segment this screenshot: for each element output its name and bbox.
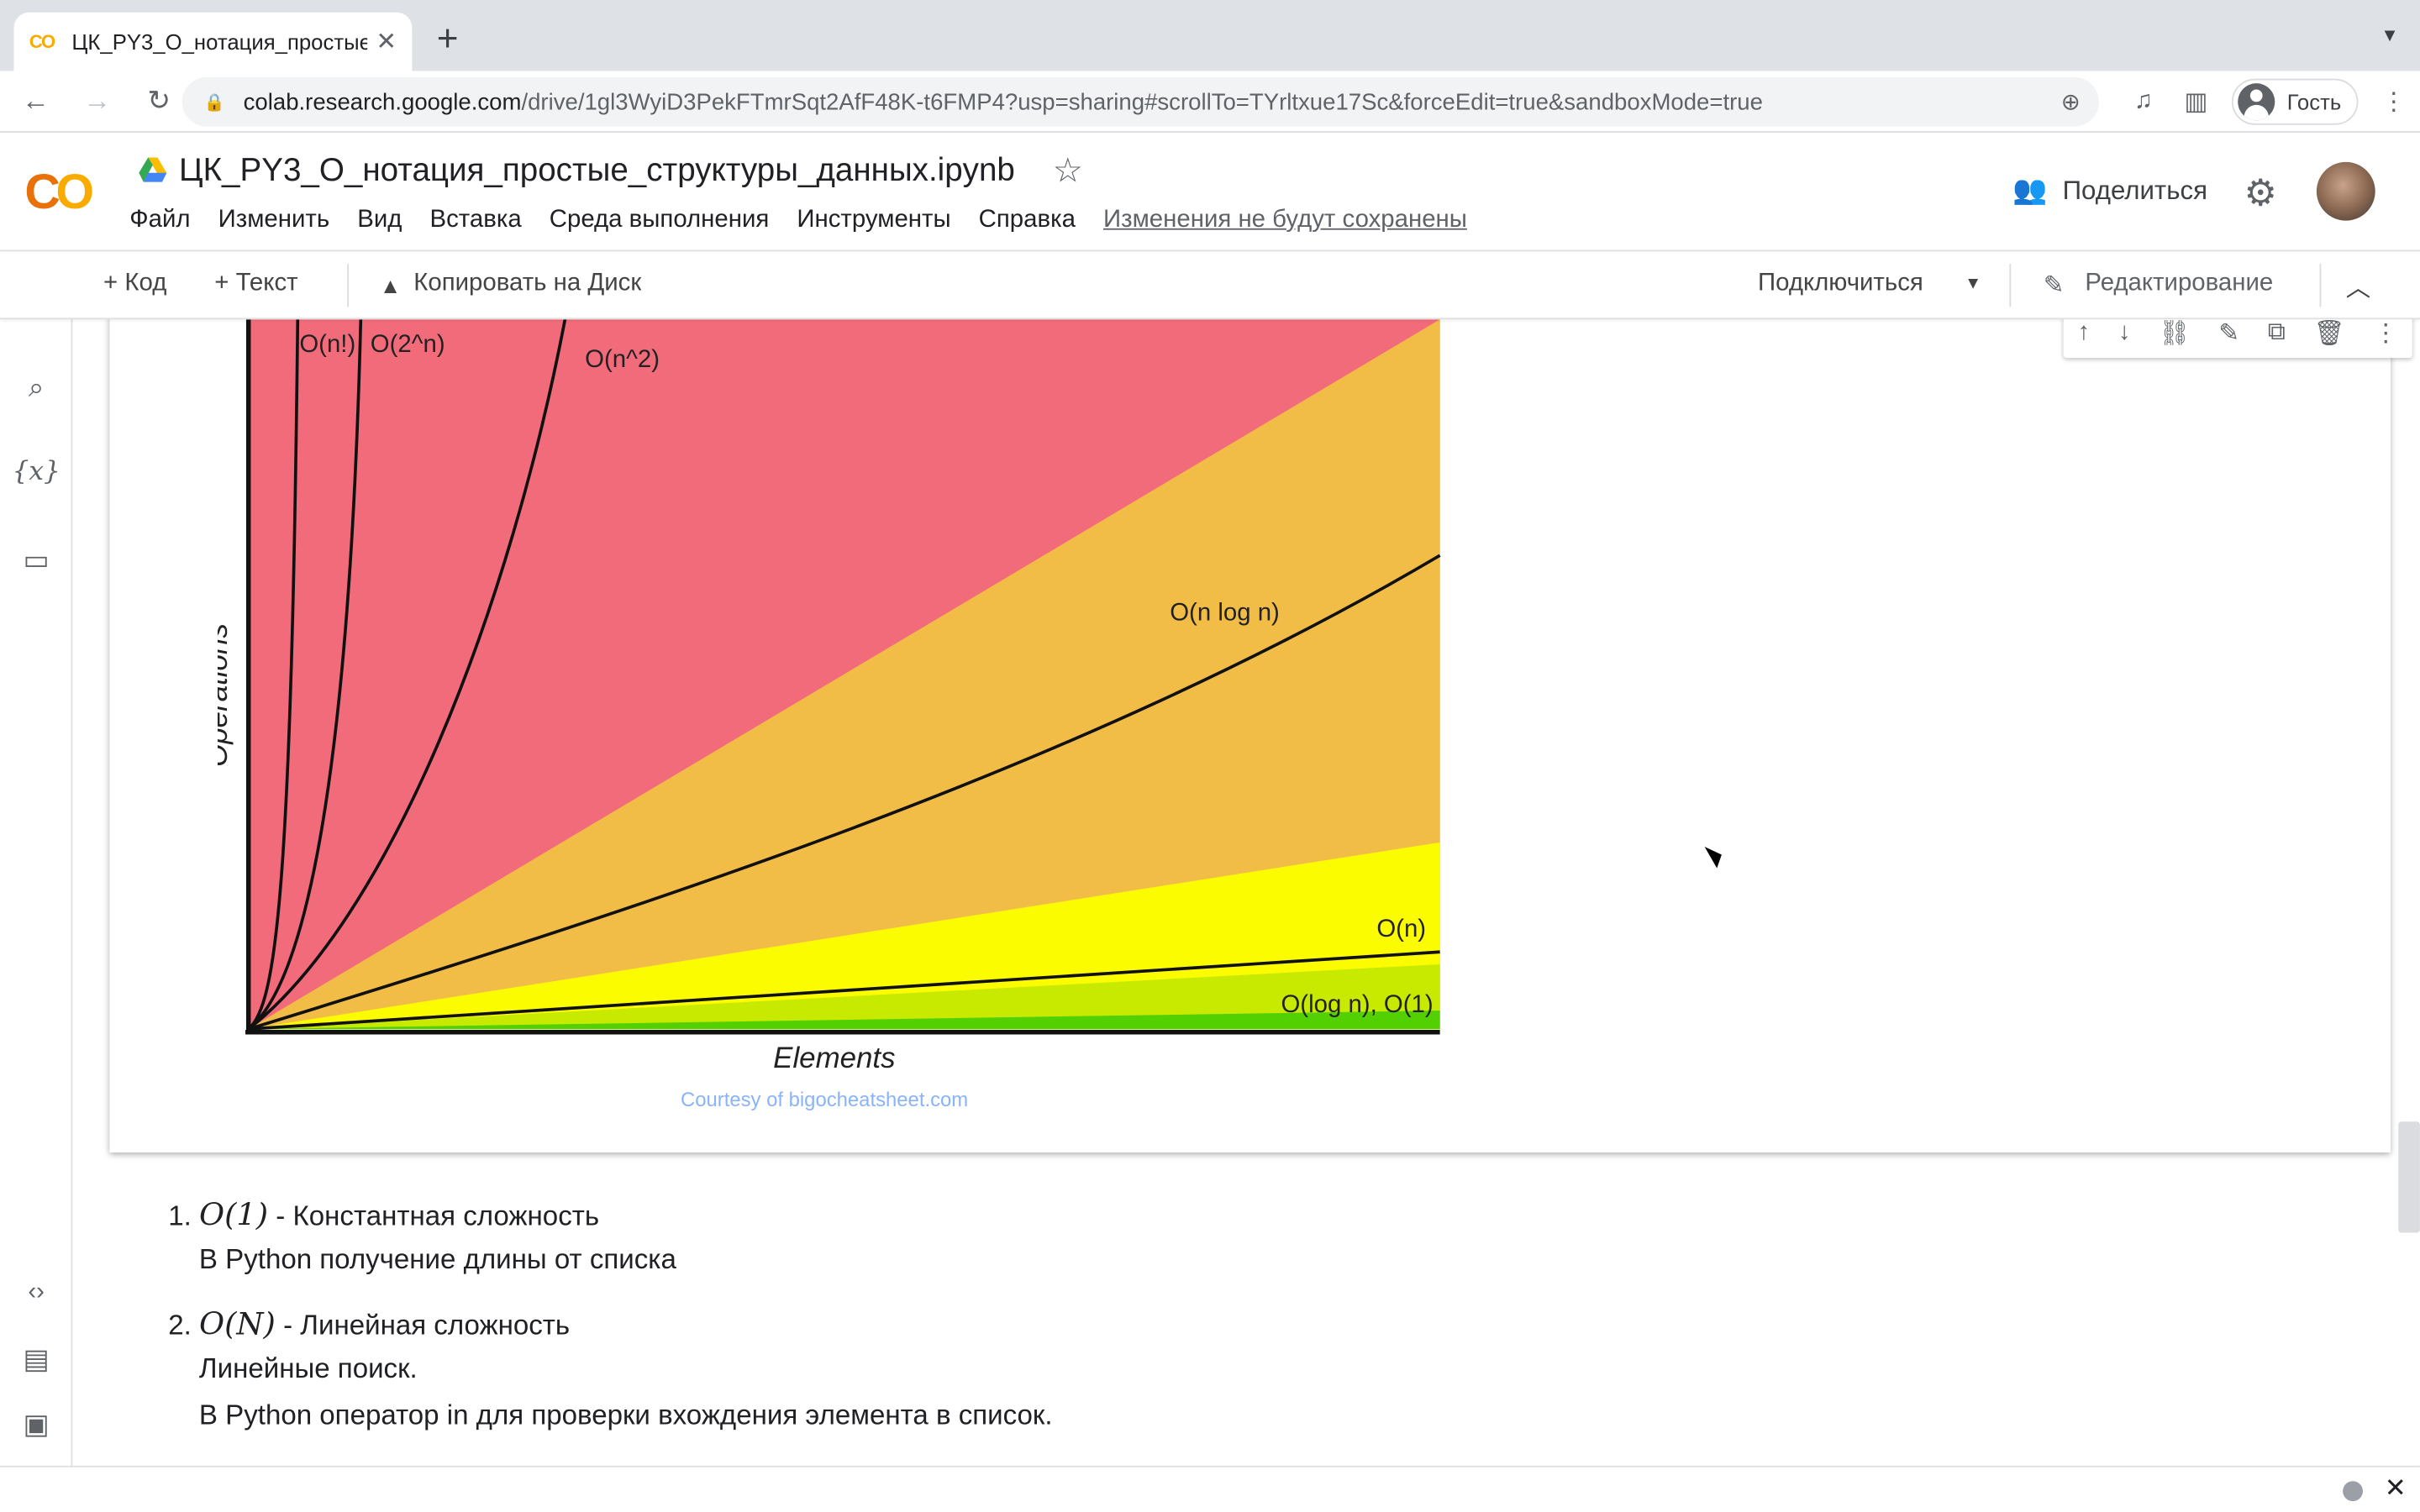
toolbar-divider [2009, 264, 2012, 307]
variables-icon[interactable]: {x} [0, 457, 72, 488]
people-icon: 👥 [2012, 174, 2048, 206]
drive-triangle-icon: ▲ [379, 273, 402, 298]
guest-avatar-icon [2237, 83, 2275, 121]
browser-tab-strip: CO ЦК_PY3_О_нотация_простые_структуры_да… [0, 0, 2420, 71]
list-item-o1: 1. O(1) - Константная сложность [168, 1195, 599, 1232]
connect-dropdown-icon[interactable]: ▼ [1965, 275, 1981, 293]
new-tab-icon[interactable]: + [437, 18, 459, 61]
y-axis-label: Operations [218, 623, 234, 767]
zoom-icon[interactable]: ⊕ [2061, 88, 2081, 116]
list-number: 2. [168, 1310, 199, 1341]
list-number: 1. [168, 1200, 199, 1231]
lock-icon[interactable]: 🔒 [203, 92, 224, 112]
chart-credit: Courtesy of bigocheatsheet.com [681, 1089, 968, 1111]
editing-mode-button[interactable]: Редактирование [2085, 270, 2273, 297]
menu-tools[interactable]: Инструменты [797, 207, 950, 234]
big-o-complexity-chart: O(n!) O(2^n) O(n^2) O(n log n) O(n) O(lo… [218, 319, 1441, 1111]
menu-bar: Файл Изменить Вид Вставка Среда выполнен… [129, 207, 1495, 234]
edit-pencil-icon: ✎ [2043, 273, 2065, 300]
command-palette-icon[interactable]: ▤ [0, 1344, 72, 1377]
close-icon[interactable]: ✕ [2385, 1473, 2407, 1504]
label-2-pow-n: O(2^n) [371, 330, 445, 358]
menu-view[interactable]: Вид [357, 207, 402, 234]
browser-actions: ♫ ▥ Гость ⋮ [2118, 71, 2420, 132]
edit-icon[interactable]: ✎ [2218, 319, 2239, 349]
notebook-content[interactable]: ↑ ↓ ⛓ ✎ ⧉ 🗑 ⋮ O(n!) O(2^n) O(n^2) O(n lo… [72, 319, 2420, 1466]
browser-toolbar: ← → ↻ 🔒 colab.research.google.com/drive/… [0, 71, 2420, 133]
reload-icon[interactable]: ↻ [133, 85, 185, 118]
media-control-icon[interactable]: ♫ [2118, 88, 2170, 116]
side-panel-icon[interactable]: ▥ [2170, 87, 2222, 118]
copy-to-drive-button[interactable]: Копировать на Диск [413, 270, 641, 297]
unsaved-changes-link[interactable]: Изменения не будут сохранены [1103, 207, 1467, 234]
star-icon[interactable]: ☆ [1053, 151, 1083, 192]
math-o1: O(1) [198, 1195, 269, 1233]
collapse-header-icon[interactable]: ︿ [2346, 267, 2370, 304]
menu-insert[interactable]: Вставка [429, 207, 521, 234]
label-n-factorial: O(n!) [299, 330, 355, 358]
profile-button[interactable]: Гость [2231, 78, 2359, 125]
label-n-log-n: O(n log n) [1170, 598, 1280, 626]
browser-tab[interactable]: CO ЦК_PY3_О_нотация_простые_структуры_да… [13, 12, 413, 71]
close-tab-icon[interactable]: ✕ [376, 26, 397, 57]
status-indicator-icon [2343, 1481, 2363, 1502]
url-path: /drive/1gl3WyiD3PekFTmrSqt2AfF48K-t6FMP4… [521, 88, 1763, 115]
item2-description-2: В Python оператор in для проверки вхожде… [198, 1399, 1053, 1431]
item2-description-1: Линейные поиск. [198, 1352, 418, 1384]
menu-runtime[interactable]: Среда выполнения [550, 207, 770, 234]
menu-edit[interactable]: Изменить [218, 207, 330, 234]
user-avatar[interactable] [2316, 161, 2375, 221]
profile-label: Гость [2286, 89, 2342, 114]
add-text-button[interactable]: + Текст [214, 270, 297, 297]
left-sidebar: ☰ ⌕ {x} ▭ ‹› ▤ ▣ [0, 251, 73, 1466]
terminal-icon[interactable]: ▣ [0, 1409, 72, 1441]
connect-button[interactable]: Подключиться [1758, 270, 1923, 297]
share-button[interactable]: 👥 Поделиться [2012, 175, 2207, 207]
url-host: colab.research.google.com [243, 88, 522, 115]
notebook-title[interactable]: ЦК_PY3_О_нотация_простые_структуры_данны… [179, 153, 1015, 190]
item2-title: - Линейная сложность [275, 1310, 571, 1341]
scrollbar-thumb[interactable] [2398, 1121, 2420, 1233]
toolbar-divider [2319, 264, 2322, 307]
menu-file[interactable]: Файл [129, 207, 190, 234]
browser-menu-icon[interactable]: ⋮ [2367, 87, 2419, 118]
move-up-icon[interactable]: ↑ [2078, 319, 2091, 347]
link-icon[interactable]: ⛓ [2159, 319, 2190, 349]
more-options-icon[interactable]: ⋮ [2373, 319, 2397, 349]
item1-description: В Python получение длины от списка [198, 1243, 676, 1275]
colab-favicon-icon: CO [29, 30, 55, 53]
search-icon[interactable]: ⌕ [0, 372, 72, 405]
text-cell-selected[interactable]: ↑ ↓ ⛓ ✎ ⧉ 🗑 ⋮ O(n!) O(2^n) O(n^2) O(n lo… [109, 319, 2412, 1153]
google-drive-icon [139, 157, 167, 182]
colab-logo[interactable]: CO [24, 164, 94, 221]
colab-header: CO ЦК_PY3_О_нотация_простые_структуры_да… [0, 132, 2420, 252]
status-bar: ✕ [0, 1465, 2420, 1512]
item1-title: - Константная сложность [268, 1200, 600, 1231]
address-bar[interactable]: 🔒 colab.research.google.com/drive/1gl3Wy… [182, 76, 2099, 127]
back-icon[interactable]: ← [9, 85, 61, 118]
cell-toolbar: ↑ ↓ ⛓ ✎ ⧉ 🗑 ⋮ [2063, 319, 2412, 359]
tab-search-chevron-icon[interactable]: ▾ [2385, 22, 2396, 48]
settings-gear-icon[interactable]: ⚙ [2244, 171, 2278, 216]
list-item-on: 2. O(N) - Линейная сложность [168, 1305, 570, 1342]
label-n: O(n) [1376, 915, 1426, 942]
add-code-button[interactable]: + Код [103, 270, 166, 297]
menu-help[interactable]: Справка [979, 207, 1076, 234]
forward-icon[interactable]: → [71, 85, 123, 118]
label-n-squared: O(n^2) [585, 345, 660, 373]
label-log-n-const: O(log n), O(1) [1281, 990, 1433, 1018]
files-folder-icon[interactable]: ▭ [0, 544, 72, 577]
share-label: Поделиться [2062, 175, 2208, 205]
tab-title: ЦК_PY3_О_нотация_простые_структуры_данны… [71, 29, 366, 55]
notebook-toolbar: + Код + Текст ▲ Копировать на Диск Подкл… [0, 251, 2420, 320]
x-axis-label: Elements [773, 1042, 895, 1074]
move-down-icon[interactable]: ↓ [2118, 319, 2131, 347]
screen: CO ЦК_PY3_О_нотация_простые_структуры_да… [0, 0, 2420, 1512]
mirror-cell-icon[interactable]: ⧉ [2268, 319, 2286, 347]
toolbar-divider [347, 264, 350, 307]
delete-icon[interactable]: 🗑 [2313, 319, 2344, 349]
math-on: O(N) [198, 1305, 276, 1342]
code-snippets-icon[interactable]: ‹› [0, 1279, 72, 1307]
